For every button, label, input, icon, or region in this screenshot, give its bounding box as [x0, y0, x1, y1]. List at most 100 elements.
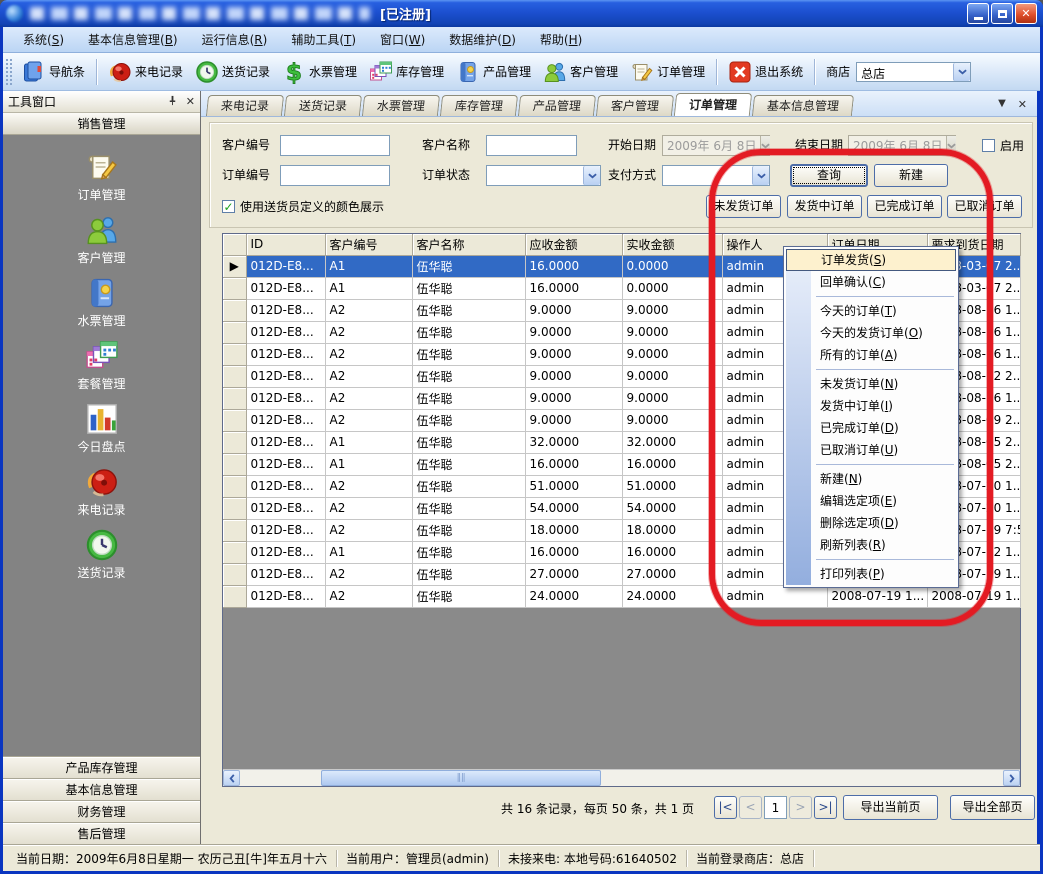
context-menu-separator [816, 369, 954, 370]
page-number-input[interactable] [764, 796, 787, 819]
status-filter-button-0[interactable]: 未发货订单 [706, 195, 781, 218]
tab-库存管理[interactable]: 库存管理 [440, 95, 518, 116]
context-menu-item-T[interactable]: 今天的订单(T) [786, 300, 956, 322]
toolbar-button-dollar[interactable]: $水票管理 [276, 56, 363, 88]
enable-checkbox[interactable]: 启用 [982, 137, 1024, 154]
chevron-down-icon[interactable] [583, 166, 600, 185]
tab-close-icon[interactable]: ✕ [1018, 98, 1027, 111]
start-date-picker[interactable]: 2009年 6月 8日 [662, 135, 770, 156]
sidebar-item-chart[interactable]: 今日盘点 [3, 397, 200, 460]
first-page-button[interactable]: |< [714, 796, 737, 819]
tab-strip: 来电记录送货记录水票管理库存管理产品管理客户管理订单管理基本信息管理 ▼ ✕ [201, 91, 1037, 117]
tab-送货记录[interactable]: 送货记录 [284, 95, 362, 116]
context-menu-item-C[interactable]: 回单确认(C) [786, 271, 956, 293]
export-current-page-button[interactable]: 导出当前页 [843, 795, 938, 820]
menubar-item-T[interactable]: 辅助工具(T) [279, 28, 368, 51]
customer-code-input[interactable] [280, 135, 390, 156]
table-cell: 16.0000 [622, 453, 722, 475]
context-menu-item-A[interactable]: 所有的订单(A) [786, 344, 956, 366]
pin-icon[interactable] [167, 95, 178, 109]
toolbar-button-bluebook[interactable]: 产品管理 [450, 56, 537, 88]
table-row[interactable]: 012D-E8...A2伍华聪24.000024.0000admin2008-0… [223, 585, 1020, 607]
scroll-right-icon[interactable] [1003, 770, 1020, 786]
menubar-item-B[interactable]: 基本信息管理(B) [76, 28, 190, 51]
toolbar-button-clock[interactable]: 送货记录 [189, 56, 276, 88]
sidebar-section-sales[interactable]: 销售管理 [3, 113, 200, 135]
context-menu-item-P[interactable]: 打印列表(P) [786, 563, 956, 585]
toolbar-grip[interactable] [6, 59, 12, 85]
sidebar-item-bluebook[interactable]: 水票管理 [3, 271, 200, 334]
context-menu-item-S[interactable]: 订单发货(S) [786, 249, 956, 271]
scrollbar-thumb[interactable] [321, 770, 601, 786]
status-filter-button-1[interactable]: 发货中订单 [787, 195, 862, 218]
column-header-客户名称[interactable]: 客户名称 [412, 234, 525, 255]
customer-name-input[interactable] [486, 135, 577, 156]
toolbar-button-people[interactable]: 客户管理 [537, 56, 624, 88]
context-menu-item-U[interactable]: 已取消订单(U) [786, 439, 956, 461]
order-status-select[interactable] [486, 165, 601, 186]
toolbar-button-navbook[interactable]: 导航条 [16, 56, 91, 88]
table-cell: 32.0000 [525, 431, 622, 453]
delivery-color-checkbox[interactable]: ✓ 使用送货员定义的颜色展示 [222, 198, 384, 215]
sidebar-item-people[interactable]: 客户管理 [3, 208, 200, 271]
order-code-input[interactable] [280, 165, 390, 186]
context-menu-item-D[interactable]: 删除选定项(D) [786, 512, 956, 534]
tab-基本信息管理[interactable]: 基本信息管理 [752, 95, 854, 116]
sidebar-section[interactable]: 售后管理 [3, 823, 200, 845]
toolbar-button-scroll[interactable]: 订单管理 [624, 56, 711, 88]
menubar-item-R[interactable]: 运行信息(R) [190, 28, 280, 51]
menubar-item-D[interactable]: 数据维护(D) [437, 28, 528, 51]
menubar-item-W[interactable]: 窗口(W) [368, 28, 437, 51]
chevron-down-icon[interactable] [752, 166, 769, 185]
status-filter-button-3[interactable]: 已取消订单 [947, 195, 1022, 218]
context-menu-item-D[interactable]: 已完成订单(D) [786, 417, 956, 439]
tab-水票管理[interactable]: 水票管理 [362, 95, 440, 116]
context-menu-item-O[interactable]: 今天的发货订单(O) [786, 322, 956, 344]
close-button[interactable]: ✕ [1015, 3, 1037, 24]
end-date-picker[interactable]: 2009年 6月 8日 [848, 135, 956, 156]
context-menu-item-I[interactable]: 发货中订单(I) [786, 395, 956, 417]
context-menu-item-N[interactable]: 新建(N) [786, 468, 956, 490]
tab-list-dropdown-icon[interactable]: ▼ [998, 98, 1006, 111]
sidebar-section[interactable]: 产品库存管理 [3, 757, 200, 779]
sidebar-item-scroll[interactable]: 订单管理 [3, 145, 200, 208]
column-header-客户编号[interactable]: 客户编号 [325, 234, 412, 255]
tab-来电记录[interactable]: 来电记录 [206, 95, 284, 116]
sidebar-section[interactable]: 基本信息管理 [3, 779, 200, 801]
next-page-button[interactable]: > [789, 796, 812, 819]
toolbar-button-calendar[interactable]: 库存管理 [363, 56, 450, 88]
context-menu-item-N[interactable]: 未发货订单(N) [786, 373, 956, 395]
column-header-实收金额[interactable]: 实收金额 [622, 234, 722, 255]
tab-产品管理[interactable]: 产品管理 [518, 95, 596, 116]
table-cell: 伍华聪 [412, 299, 525, 321]
column-header-ID[interactable]: ID [246, 234, 325, 255]
sidebar-section[interactable]: 财务管理 [3, 801, 200, 823]
status-filter-button-2[interactable]: 已完成订单 [867, 195, 942, 218]
last-page-button[interactable]: >| [814, 796, 837, 819]
close-icon[interactable]: ✕ [186, 95, 195, 108]
table-cell: 伍华聪 [412, 519, 525, 541]
minimize-button[interactable] [967, 3, 989, 24]
horizontal-scrollbar[interactable] [223, 769, 1020, 786]
shop-combobox[interactable]: 总店 [856, 62, 971, 82]
menubar-item-S[interactable]: 系统(S) [11, 28, 76, 51]
tab-订单管理[interactable]: 订单管理 [674, 93, 752, 116]
context-menu-item-R[interactable]: 刷新列表(R) [786, 534, 956, 556]
context-menu-item-E[interactable]: 编辑选定项(E) [786, 490, 956, 512]
new-button[interactable]: 新建 [874, 164, 948, 187]
toolbar-button-bell[interactable]: 来电记录 [102, 56, 189, 88]
sidebar-item-calendar[interactable]: 套餐管理 [3, 334, 200, 397]
maximize-button[interactable] [991, 3, 1013, 24]
pay-method-select[interactable] [662, 165, 770, 186]
scroll-left-icon[interactable] [223, 770, 240, 786]
query-button[interactable]: 查询 [790, 164, 868, 187]
chevron-down-icon[interactable] [953, 63, 970, 81]
sidebar-item-clock[interactable]: 送货记录 [3, 523, 200, 586]
sidebar-item-bell[interactable]: 来电记录 [3, 460, 200, 523]
export-all-pages-button[interactable]: 导出全部页 [950, 795, 1035, 820]
column-header-应收金额[interactable]: 应收金额 [525, 234, 622, 255]
toolbar-button-exit[interactable]: 退出系统 [722, 56, 809, 88]
menubar-item-H[interactable]: 帮助(H) [528, 28, 594, 51]
tab-客户管理[interactable]: 客户管理 [596, 95, 674, 116]
prev-page-button[interactable]: < [739, 796, 762, 819]
